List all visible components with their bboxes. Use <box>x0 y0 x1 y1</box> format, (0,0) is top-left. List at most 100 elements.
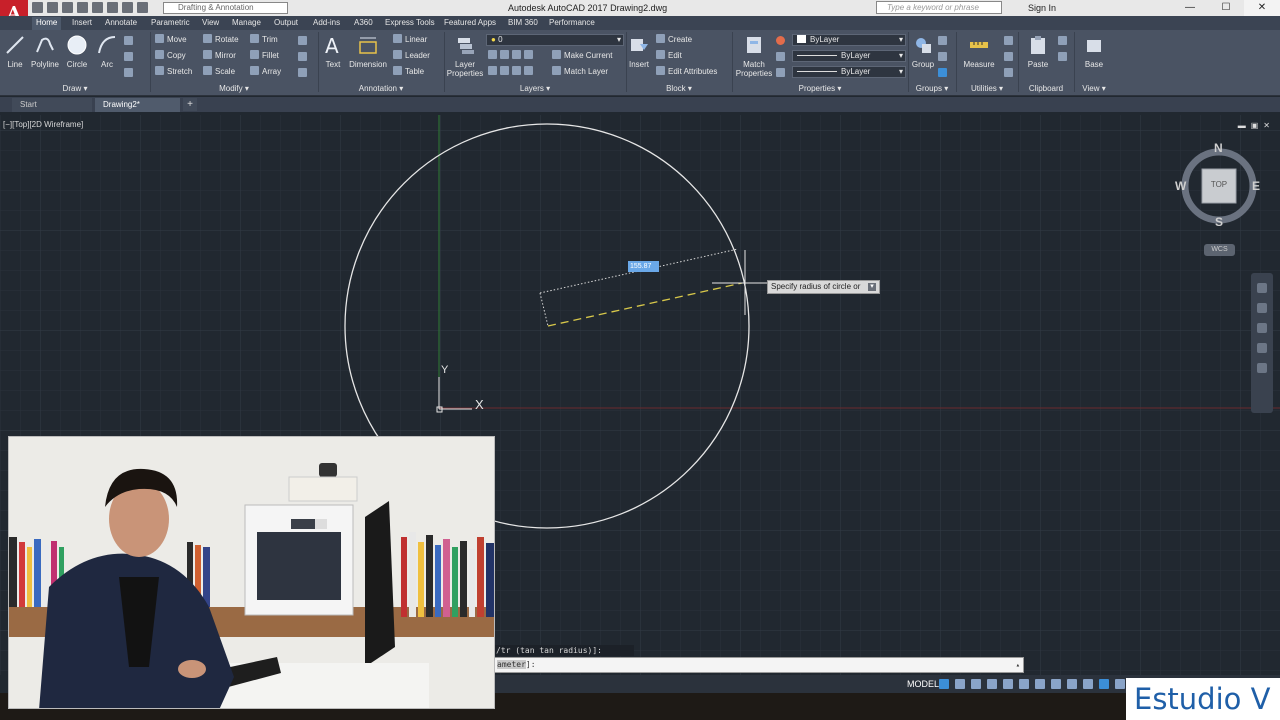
properties-panel-title[interactable]: Properties ▾ <box>732 83 908 95</box>
osnap-tracking-icon[interactable] <box>1019 679 1029 689</box>
orbit-icon[interactable] <box>1257 343 1267 353</box>
tab-annotate[interactable]: Annotate <box>101 17 141 30</box>
copy-tool[interactable]: Copy <box>155 50 186 62</box>
clipboard-panel-title[interactable]: Clipboard <box>1018 83 1074 95</box>
paste-tool[interactable]: Paste <box>1026 34 1050 69</box>
linetype-dropdown[interactable]: ByLayer <box>792 50 906 62</box>
minimize-button[interactable]: — <box>1172 0 1208 16</box>
edit-attributes-tool[interactable]: Edit Attributes <box>656 66 717 78</box>
options-arrow-icon[interactable]: ▾ <box>868 283 876 291</box>
isodraft-toggle-icon[interactable] <box>1003 679 1013 689</box>
rectangle-tool[interactable] <box>124 36 136 48</box>
wcs-menu[interactable]: WCS <box>1204 244 1235 256</box>
lineweight-dropdown[interactable]: ByLayer <box>792 66 906 78</box>
group-select-tool[interactable] <box>938 68 950 80</box>
fillet-tool[interactable]: Fillet <box>250 50 279 62</box>
sign-in-button[interactable]: Sign In <box>1028 3 1056 13</box>
circle-tool[interactable]: Circle <box>64 34 90 69</box>
layer-unlock-icon[interactable] <box>524 66 533 75</box>
selection-cycling-icon[interactable] <box>1083 679 1093 689</box>
polyline-tool[interactable]: Polyline <box>29 34 61 69</box>
open-icon[interactable] <box>47 2 58 13</box>
pan-icon[interactable] <box>1257 303 1267 313</box>
color-dropdown[interactable]: ByLayer <box>792 34 906 46</box>
tab-start[interactable]: Start <box>12 98 92 112</box>
quick-calc-tool[interactable] <box>1004 36 1016 48</box>
linear-tool[interactable]: Linear <box>393 34 427 46</box>
compass-west[interactable]: W <box>1175 179 1186 193</box>
measure-tool[interactable]: Measure <box>962 34 996 69</box>
tab-a360[interactable]: A360 <box>350 17 377 30</box>
gradient-tool[interactable] <box>124 68 136 80</box>
tab-parametric[interactable]: Parametric <box>147 17 194 30</box>
erase-tool[interactable] <box>298 36 310 48</box>
tab-manage[interactable]: Manage <box>228 17 265 30</box>
layer-lock-icon[interactable] <box>524 50 533 59</box>
viewport-minimize-button[interactable]: ▬ <box>1238 121 1246 130</box>
layers-panel-title[interactable]: Layers ▾ <box>444 83 626 95</box>
array-tool[interactable]: Array <box>250 66 281 78</box>
compass-north[interactable]: N <box>1214 141 1223 155</box>
plot-icon[interactable] <box>92 2 103 13</box>
viewport-controls-label[interactable]: [−][Top][2D Wireframe] <box>3 120 83 129</box>
tab-home[interactable]: Home <box>32 17 62 30</box>
arc-tool[interactable]: Arc <box>96 34 118 69</box>
match-layer-tool[interactable]: Match Layer <box>552 66 608 78</box>
workspace-selector[interactable]: Drafting & Annotation <box>163 2 288 14</box>
layer-dropdown[interactable]: ● 0 <box>486 34 624 46</box>
text-tool[interactable]: A Text <box>322 34 344 69</box>
insert-tool[interactable]: Insert <box>628 34 650 69</box>
compass-east[interactable]: E <box>1252 179 1260 193</box>
leader-tool[interactable]: Leader <box>393 50 430 62</box>
tab-drawing2[interactable]: Drawing2* <box>95 98 180 112</box>
undo-icon[interactable] <box>107 2 118 13</box>
explode-tool[interactable] <box>298 52 310 64</box>
line-tool[interactable]: Line <box>4 34 26 69</box>
annotation-panel-title[interactable]: Annotation ▾ <box>318 83 444 95</box>
copy-clip-tool[interactable] <box>1058 52 1070 64</box>
stretch-tool[interactable]: Stretch <box>155 66 192 78</box>
groups-panel-title[interactable]: Groups ▾ <box>908 83 956 95</box>
transparency-toggle-icon[interactable] <box>1067 679 1077 689</box>
color-wheel-tool[interactable] <box>776 36 788 48</box>
move-tool[interactable]: Move <box>155 34 187 46</box>
tab-featured-apps[interactable]: Featured Apps <box>440 17 500 30</box>
share-icon[interactable] <box>137 2 148 13</box>
scale-tool[interactable]: Scale <box>203 66 235 78</box>
compass-south[interactable]: S <box>1215 215 1223 229</box>
layer-on-icon[interactable] <box>488 66 497 75</box>
close-button[interactable]: ✕ <box>1244 0 1280 16</box>
steering-wheel-icon[interactable] <box>1257 283 1267 293</box>
dynamic-input-value[interactable]: 155.87 <box>628 261 659 272</box>
command-line[interactable]: ameter]: ▴ <box>494 657 1024 673</box>
block-panel-title[interactable]: Block ▾ <box>626 83 732 95</box>
new-icon[interactable] <box>32 2 43 13</box>
tab-insert[interactable]: Insert <box>68 17 96 30</box>
id-point-tool[interactable] <box>1004 52 1016 64</box>
group-tool[interactable]: Group <box>910 34 936 69</box>
viewcube-face-top[interactable]: TOP <box>1202 180 1236 189</box>
group-edit-tool[interactable] <box>938 52 950 64</box>
showmotion-icon[interactable] <box>1257 363 1267 373</box>
snap-toggle-icon[interactable] <box>955 679 965 689</box>
new-tab-button[interactable]: + <box>183 98 197 111</box>
linetype-tool[interactable] <box>776 52 788 64</box>
annotation-scale-icon[interactable] <box>1099 679 1109 689</box>
mirror-tool[interactable]: Mirror <box>203 50 236 62</box>
create-block-tool[interactable]: Create <box>656 34 692 46</box>
select-all-tool[interactable] <box>1004 68 1016 80</box>
workspace-switch-icon[interactable] <box>1115 679 1125 689</box>
model-space-button[interactable]: MODEL <box>904 677 942 691</box>
rotate-tool[interactable]: Rotate <box>203 34 239 46</box>
utilities-panel-title[interactable]: Utilities ▾ <box>956 83 1018 95</box>
polar-toggle-icon[interactable] <box>987 679 997 689</box>
tab-bim360[interactable]: BIM 360 <box>504 17 542 30</box>
base-view-tool[interactable]: Base <box>1082 34 1106 69</box>
ortho-toggle-icon[interactable] <box>971 679 981 689</box>
view-panel-title[interactable]: View ▾ <box>1074 83 1114 95</box>
layer-off-icon[interactable] <box>488 50 497 59</box>
layer-freeze-icon[interactable] <box>512 50 521 59</box>
saveas-icon[interactable] <box>77 2 88 13</box>
trim-tool[interactable]: Trim <box>250 34 278 46</box>
tab-express-tools[interactable]: Express Tools <box>381 17 439 30</box>
